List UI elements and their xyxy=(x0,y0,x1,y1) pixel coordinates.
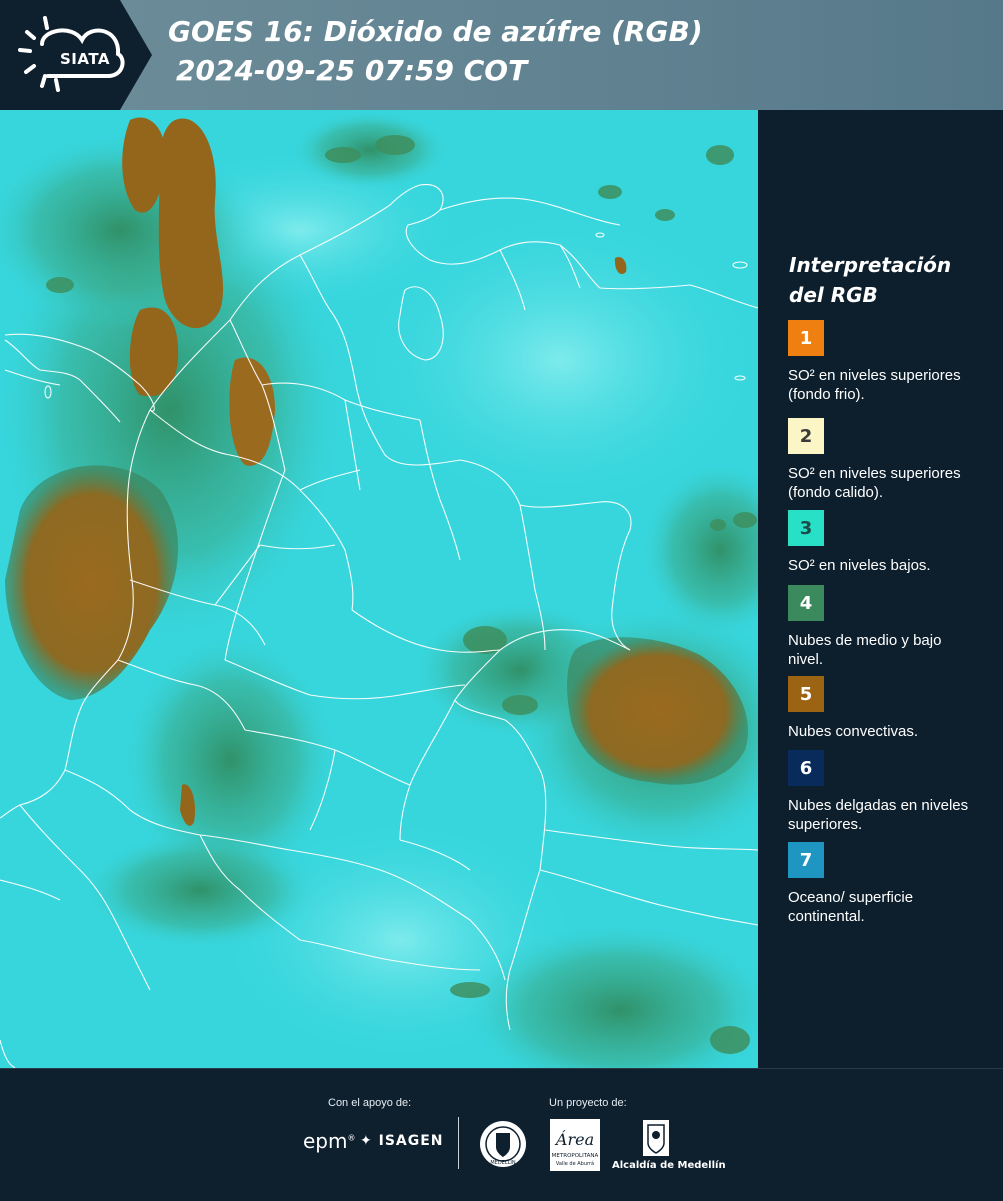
legend-panel: Interpretación del RGB 1 SO² en niveles … xyxy=(758,110,1003,1068)
legend-item-1: 1 SO² en niveles superiores (fondo frio)… xyxy=(788,320,988,404)
header: SIATA GOES 16: Dióxido de azúfre (RGB) 2… xyxy=(0,0,1003,110)
alcaldia-label: Alcaldía de Medellín xyxy=(612,1160,726,1171)
legend-label-3: SO² en niveles bajos. xyxy=(788,557,931,574)
medellin-seal-icon: MEDELLÍN xyxy=(480,1121,526,1167)
legend-item-4: 4 Nubes de medio y bajo nivel. xyxy=(788,585,988,669)
legend-item-6: 6 Nubes delgadas en niveles superiores. xyxy=(788,750,988,834)
legend-swatch-1: 1 xyxy=(788,320,824,356)
epm-logo: epm® xyxy=(303,1129,356,1153)
support-label: Con el apoyo de: xyxy=(328,1097,412,1109)
area-metropolitana-logo: Área METROPOLITANA Valle de Aburrá xyxy=(550,1119,600,1171)
epm-text: epm xyxy=(303,1129,348,1153)
legend-swatch-6: 6 xyxy=(788,750,824,786)
page-title: GOES 16: Dióxido de azúfre (RGB) xyxy=(168,15,703,48)
isagen-icon: ✦ xyxy=(360,1133,373,1149)
legend-swatch-2: 2 xyxy=(788,418,824,454)
svg-text:MEDELLÍN: MEDELLÍN xyxy=(490,1159,516,1166)
isagen-text: ISAGEN xyxy=(378,1133,444,1149)
legend-label-5: Nubes convectivas. xyxy=(788,723,919,740)
legend-swatch-4: 4 xyxy=(788,585,824,621)
svg-text:Valle de Aburrá: Valle de Aburrá xyxy=(556,1160,594,1167)
svg-text:Área: Área xyxy=(554,1129,594,1149)
legend-item-2: 2 SO² en niveles superiores (fondo calid… xyxy=(788,418,988,514)
satellite-map xyxy=(0,110,758,1068)
legend-label-6: Nubes delgadas en niveles superiores. xyxy=(788,797,969,833)
satellite-imagery xyxy=(0,110,758,1068)
legend-item-7: 7 Oceano/ superficie continental. xyxy=(788,842,988,926)
svg-text:METROPOLITANA: METROPOLITANA xyxy=(552,1153,599,1159)
legend-item-5: 5 Nubes convectivas. xyxy=(788,676,988,741)
isagen-logo: ✦ ISAGEN xyxy=(360,1133,444,1149)
legend-swatch-5: 5 xyxy=(788,676,824,712)
legend-label-1: SO² en niveles superiores (fondo frio). xyxy=(788,367,961,403)
legend-title: Interpretación del RGB xyxy=(789,253,952,307)
project-label: Un proyecto de: xyxy=(549,1097,627,1109)
footer-divider xyxy=(458,1117,459,1169)
legend-swatch-3: 3 xyxy=(788,510,824,546)
siata-logo: SIATA xyxy=(12,10,132,100)
footer: Con el apoyo de: Un proyecto de: epm® ✦ … xyxy=(0,1068,1003,1201)
logo-text: SIATA xyxy=(60,50,111,68)
legend-label-4: Nubes de medio y bajo nivel. xyxy=(788,632,942,668)
alcaldia-shield-icon xyxy=(643,1120,669,1156)
legend-label-2: SO² en niveles superiores (fondo calido)… xyxy=(788,465,961,501)
legend-swatch-7: 7 xyxy=(788,842,824,878)
legend-label-7: Oceano/ superficie continental. xyxy=(788,889,914,925)
legend-item-3: 3 SO² en niveles bajos. xyxy=(788,510,988,575)
page-timestamp: 2024-09-25 07:59 COT xyxy=(176,54,528,87)
